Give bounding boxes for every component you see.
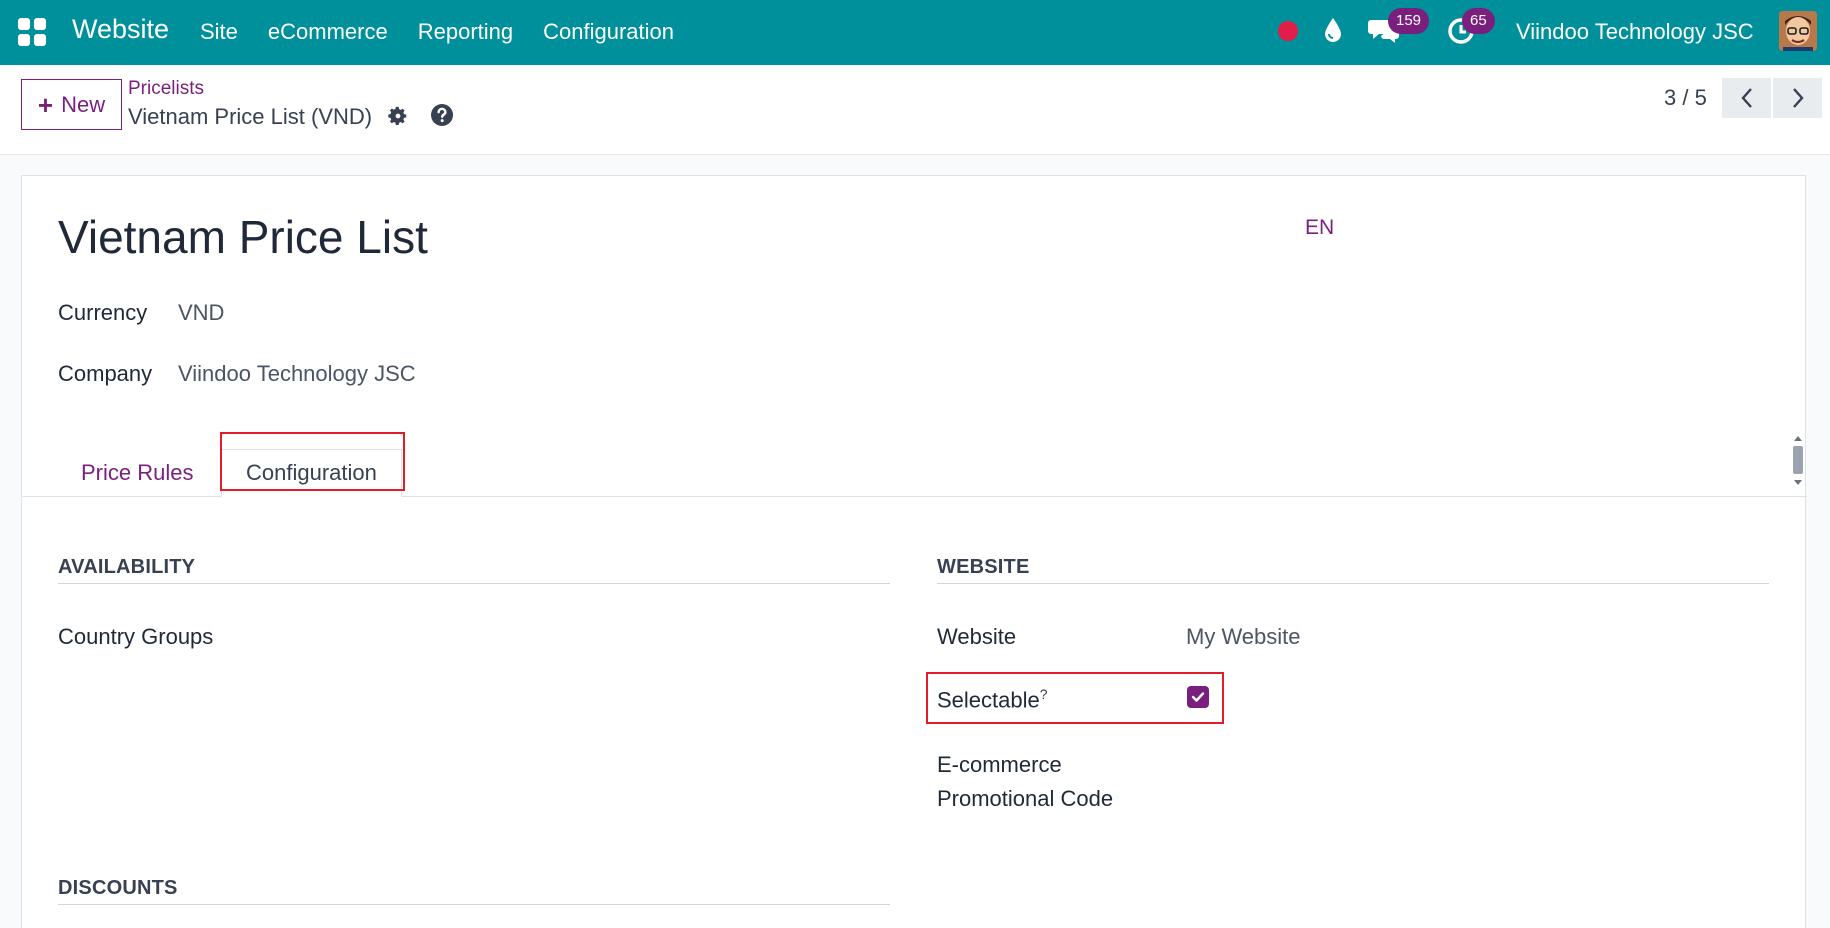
- help-question-icon[interactable]: [430, 103, 454, 127]
- currency-label: Currency: [58, 300, 148, 325]
- website-heading: WEBSITE: [937, 556, 1030, 578]
- language-button[interactable]: EN: [1305, 216, 1334, 240]
- promo-label-line1: E-commerce: [937, 752, 1062, 777]
- scroll-up-arrow-icon[interactable]: [1794, 436, 1802, 441]
- tab-price-rules[interactable]: Price Rules: [57, 449, 217, 497]
- website-label: Website: [937, 624, 1017, 649]
- messages-count-badge: 159: [1388, 8, 1430, 34]
- pricelist-name-field[interactable]: Vietnam Price List: [58, 210, 428, 264]
- pager-previous-button[interactable]: [1722, 78, 1771, 118]
- plus-icon: +: [37, 89, 54, 120]
- top-navbar: Website Site eCommerce Reporting Configu…: [0, 0, 1830, 65]
- website-field[interactable]: My Website: [1186, 624, 1301, 650]
- pager-value[interactable]: 3 / 5: [1664, 85, 1707, 111]
- menu-item-site[interactable]: Site: [200, 19, 238, 45]
- user-avatar[interactable]: [1779, 11, 1817, 51]
- app-name[interactable]: Website: [72, 14, 169, 45]
- country-groups-label: Country Groups: [58, 624, 214, 649]
- scrollbar-thumb[interactable]: [1793, 446, 1803, 474]
- availability-divider: [58, 583, 890, 584]
- discounts-heading: DISCOUNTS: [58, 877, 178, 899]
- company-switcher[interactable]: Viindoo Technology JSC: [1516, 19, 1754, 45]
- form-sheet: Vietnam Price List EN Currency VND Compa…: [21, 175, 1807, 928]
- new-button-label: New: [61, 91, 106, 117]
- menu-item-reporting[interactable]: Reporting: [418, 19, 513, 45]
- main-menu: Site eCommerce Reporting Configuration: [200, 19, 674, 45]
- scroll-down-arrow-icon[interactable]: [1794, 480, 1802, 485]
- menu-item-configuration[interactable]: Configuration: [543, 19, 674, 45]
- apps-grid-icon[interactable]: [18, 18, 46, 46]
- promo-label-line2: Promotional Code: [937, 786, 1114, 811]
- new-button[interactable]: + New: [21, 79, 122, 130]
- company-field[interactable]: Viindoo Technology JSC: [178, 361, 416, 387]
- currency-field[interactable]: VND: [178, 300, 224, 326]
- tabs-scrollbar[interactable]: [1792, 436, 1804, 488]
- website-divider: [937, 583, 1769, 584]
- chevron-left-icon: [1740, 88, 1752, 108]
- recording-indicator-icon[interactable]: [1278, 21, 1298, 41]
- ecommerce-promo-code-label: E-commerce Promotional Code: [937, 748, 1113, 816]
- availability-heading: AVAILABILITY: [58, 556, 196, 578]
- activities-count-badge: 65: [1462, 8, 1495, 34]
- company-label: Company: [58, 361, 153, 386]
- breadcrumb-current: Vietnam Price List (VND): [128, 104, 373, 129]
- highlight-box-configuration-tab: [220, 432, 405, 491]
- gear-icon[interactable]: [387, 105, 409, 127]
- chevron-right-icon: [1792, 88, 1804, 108]
- highlight-box-selectable: [926, 672, 1224, 724]
- discounts-divider: [58, 904, 890, 905]
- menu-item-ecommerce[interactable]: eCommerce: [268, 19, 388, 45]
- breadcrumb-pricelists[interactable]: Pricelists: [128, 78, 204, 100]
- pager-next-button[interactable]: [1773, 78, 1822, 118]
- control-panel: + New Pricelists Vietnam Price List (VND…: [0, 65, 1830, 155]
- water-drop-icon[interactable]: [1322, 16, 1344, 44]
